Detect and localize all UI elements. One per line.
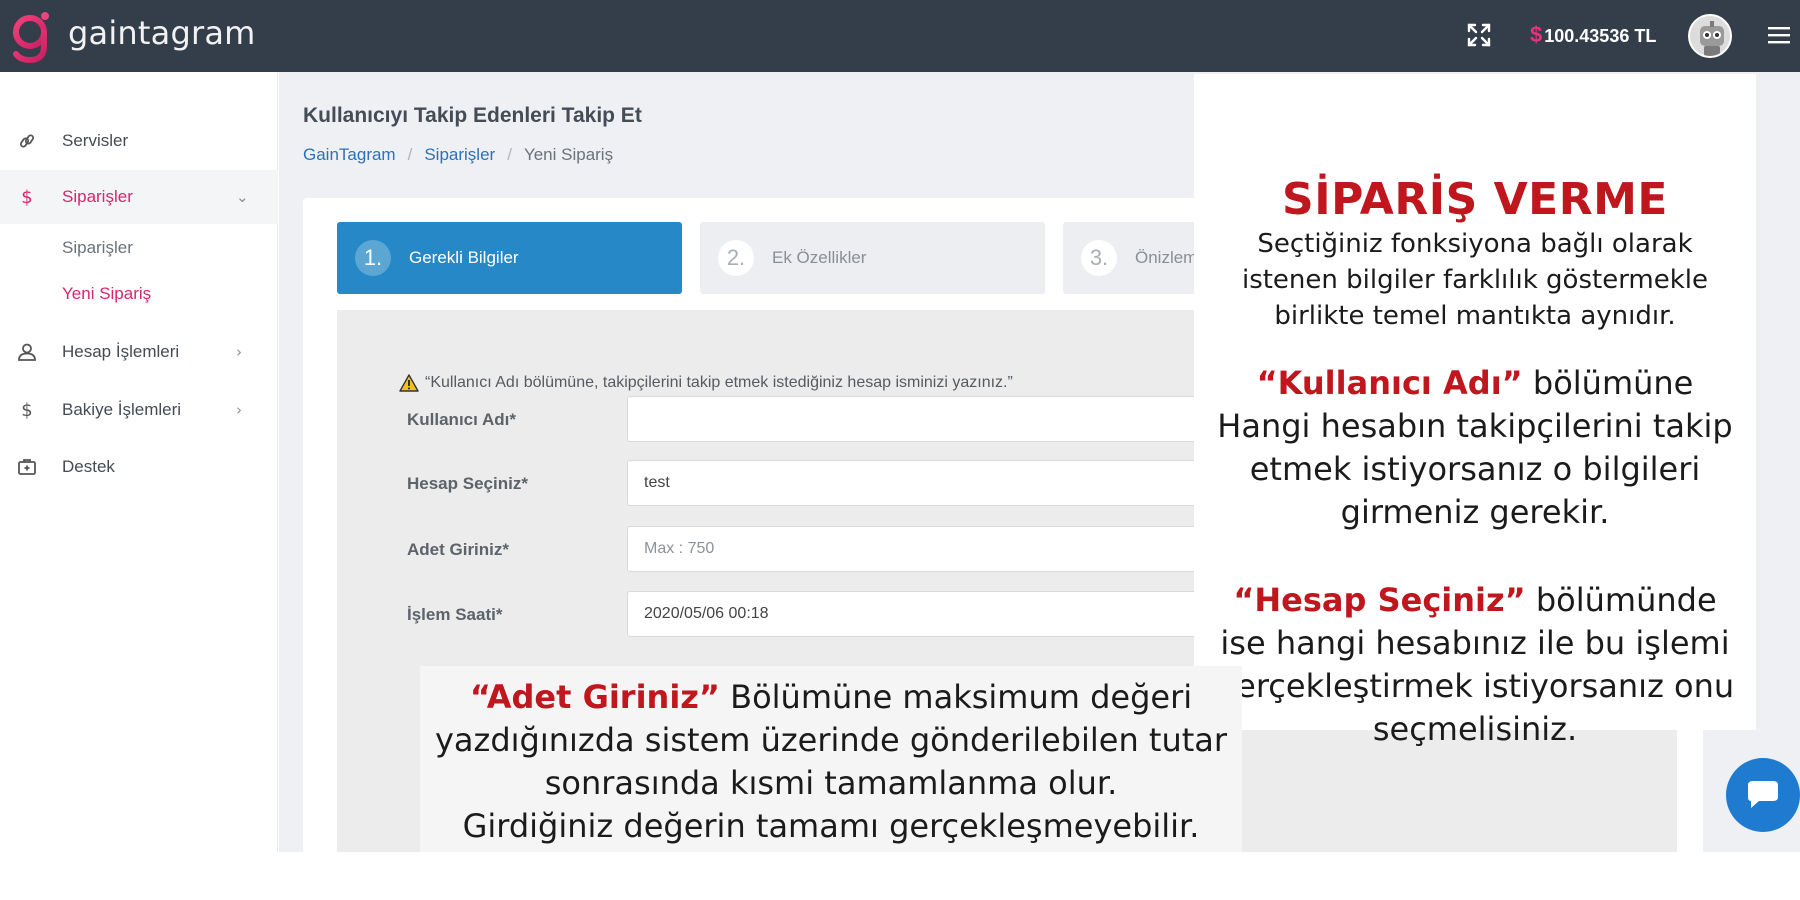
annotation-highlight: “Adet Giriniz” [469, 678, 720, 716]
breadcrumb: GainTagram / Siparişler / Yeni Sipariş [303, 145, 613, 165]
annotation-line: birlikte temel mantıkta aynıdır. [1274, 301, 1676, 331]
step-number: 2. [718, 240, 754, 276]
breadcrumb-link-siparisler[interactable]: Siparişler [424, 145, 495, 164]
annotation-highlight: “Kullanıcı Adı” [1256, 364, 1523, 402]
annotation-account-note: “Hesap Seçiniz” bölümünde ise hangi hesa… [1194, 579, 1756, 751]
breadcrumb-current: Yeni Sipariş [523, 145, 614, 164]
brand-name: gaintagram [68, 14, 256, 52]
sidebar-item-siparisler[interactable]: $ Siparişler ⌄ [0, 170, 278, 224]
hamburger-menu-icon[interactable] [1768, 26, 1790, 44]
annotation-highlight: “Hesap Seçiniz” [1233, 581, 1526, 619]
quantity-label: Adet Giriniz* [407, 540, 510, 559]
username-label: Kullanıcı Adı* [407, 410, 516, 429]
annotation-line: Seçtiğiniz fonksiyona bağlı olarak [1257, 229, 1693, 259]
warning-message: “Kullanıcı Adı bölümüne, takipçilerini t… [399, 374, 1013, 392]
bottom-strip [0, 852, 1800, 900]
annotation-line: Hangi hesabın takipçilerini takip [1217, 407, 1733, 445]
app-root: gaintagram $100.43536 TL Servisler $ Sip… [0, 0, 1800, 900]
step-ek-ozellikler[interactable]: 2. Ek Özellikler [700, 222, 1045, 294]
chevron-right-icon: › [236, 343, 242, 361]
dollar-icon: $ [1530, 22, 1543, 47]
chat-bubble-icon [1748, 781, 1778, 808]
breadcrumb-link-home[interactable]: GainTagram [303, 145, 396, 164]
annotation-line: Bölümüne maksimum değeri [719, 678, 1193, 716]
step-number: 3. [1081, 240, 1117, 276]
annotation-line: gerçekleştirmek istiyorsanız onu [1215, 667, 1735, 705]
account-select-label: Hesap Seçiniz* [407, 474, 528, 493]
annotation-line: sonrasında kısmi tamamlanma olur. [544, 764, 1118, 802]
sidebar-item-label: Siparişler [62, 187, 133, 206]
robot-avatar-icon [1690, 16, 1730, 56]
user-icon [16, 341, 38, 363]
sidebar-item-bakiye-islemleri[interactable]: $ Bakiye İşlemleri › [0, 383, 278, 437]
annotation-line: etmek istiyorsanız o bilgileri [1249, 450, 1701, 488]
annotation-line: Girdiğiniz değerin tamamı gerçekleşmeyeb… [462, 807, 1200, 845]
annotation-line: bölümünde [1525, 581, 1717, 619]
link-icon [16, 130, 38, 152]
step-label: Gerekli Bilgiler [409, 248, 519, 267]
breadcrumb-separator: / [507, 145, 512, 164]
annotation-title: SİPARİŞ VERME [1282, 174, 1668, 225]
balance-display[interactable]: $100.43536 TL [1530, 22, 1656, 48]
annotation-quantity-note: “Adet Giriniz” Bölümüne maksimum değeri … [420, 676, 1242, 848]
sidebar: Servisler $ Siparişler ⌄ Siparişler Yeni… [0, 72, 278, 852]
dollar-icon: $ [21, 186, 33, 208]
step-label: Ek Özellikler [772, 248, 867, 267]
page-title: Kullanıcıyı Takip Edenleri Takip Et [303, 104, 642, 127]
sidebar-item-hesap-islemleri[interactable]: Hesap İşlemleri › [0, 325, 278, 379]
warning-text: “Kullanıcı Adı bölümüne, takipçilerini t… [425, 374, 1013, 391]
sidebar-item-label: Destek [62, 457, 115, 476]
annotation-line: yazdığınızda sistem üzerinde gönderilebi… [434, 721, 1228, 759]
top-bar: gaintagram $100.43536 TL [0, 0, 1800, 72]
sidebar-item-destek[interactable]: Destek [0, 440, 278, 494]
annotation-line: istenen bilgiler farklılık göstermekle [1241, 265, 1709, 295]
warning-icon [399, 374, 419, 392]
process-time-label: İşlem Saati* [407, 605, 503, 624]
medkit-icon [16, 456, 38, 478]
chat-button[interactable] [1726, 758, 1800, 832]
gaintagram-logo-icon[interactable] [8, 10, 52, 64]
sidebar-subitem-siparisler[interactable]: Siparişler [62, 238, 133, 258]
annotation-intro: Seçtiğiniz fonksiyona bağlı olarak isten… [1194, 226, 1756, 334]
annotation-line: girmeniz gerekir. [1340, 493, 1610, 531]
fullscreen-icon[interactable] [1466, 22, 1492, 48]
annotation-right: SİPARİŞ VERME Seçtiğiniz fonksiyona bağl… [1194, 74, 1756, 748]
annotation-line: seçmelisiniz. [1372, 710, 1578, 748]
chevron-down-icon: ⌄ [236, 188, 249, 206]
sidebar-item-label: Hesap İşlemleri [62, 342, 180, 361]
annotation-line: bölümüne [1522, 364, 1694, 402]
step-gerekli-bilgiler[interactable]: 1. Gerekli Bilgiler [337, 222, 682, 294]
chevron-right-icon: › [236, 401, 242, 419]
dollar-icon: $ [21, 399, 33, 421]
sidebar-item-label: Servisler [62, 131, 129, 150]
annotation-line: ise hangi hesabınız ile bu işlemi [1220, 624, 1730, 662]
sidebar-item-servisler[interactable]: Servisler [0, 114, 278, 168]
annotation-bottom: “Adet Giriniz” Bölümüne maksimum değeri … [420, 666, 1242, 852]
breadcrumb-separator: / [407, 145, 413, 164]
sidebar-item-label: Bakiye İşlemleri [62, 400, 182, 419]
step-number: 1. [355, 240, 391, 276]
step-label: Önizlem [1135, 248, 1198, 267]
balance-value: 100.43536 TL [1544, 26, 1657, 46]
sidebar-subitem-yeni-siparis[interactable]: Yeni Sipariş [62, 284, 151, 304]
avatar[interactable] [1688, 14, 1732, 58]
annotation-username-note: “Kullanıcı Adı” bölümüne Hangi hesabın t… [1194, 362, 1756, 534]
